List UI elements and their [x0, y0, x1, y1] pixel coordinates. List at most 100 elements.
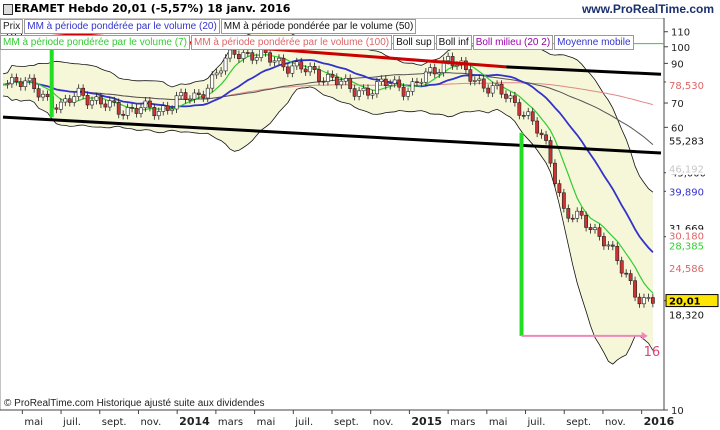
- candle: [490, 85, 495, 94]
- candle: [512, 95, 517, 103]
- candle: [294, 61, 299, 67]
- candle: [557, 183, 562, 194]
- price-label: 55,283: [669, 136, 704, 147]
- chart-frame: 1020304045,00060708090100110maijuil.sept…: [0, 0, 720, 430]
- candle: [268, 52, 272, 63]
- candle: [570, 217, 575, 220]
- candle: [125, 107, 130, 116]
- legend-item[interactable]: Boll inf: [435, 35, 472, 50]
- candle: [201, 94, 206, 99]
- candle: [192, 92, 197, 100]
- candle: [357, 90, 361, 97]
- candle: [401, 86, 406, 97]
- candle: [259, 48, 264, 58]
- candle: [437, 72, 442, 75]
- candle: [495, 83, 499, 86]
- candle: [650, 297, 655, 304]
- candle: [597, 227, 602, 237]
- candle: [196, 92, 201, 95]
- legend-item[interactable]: Moyenne mobile: [554, 35, 634, 50]
- candle: [370, 93, 375, 96]
- x-tick-label: 2016: [644, 415, 675, 428]
- candle: [526, 111, 531, 116]
- candle: [214, 72, 219, 76]
- candle: [637, 296, 642, 305]
- candle: [85, 95, 90, 106]
- candle: [366, 87, 370, 96]
- x-tick-label: 2014: [179, 415, 210, 428]
- candle: [361, 87, 366, 92]
- candle: [143, 100, 148, 109]
- candle: [210, 74, 215, 89]
- candle: [419, 81, 424, 84]
- legend-item[interactable]: MM à période pondérée par le volume (100…: [190, 35, 393, 50]
- candle: [352, 88, 357, 97]
- candle: [530, 111, 535, 122]
- x-tick-label: mars: [450, 417, 475, 428]
- x-tick-label: mai: [257, 417, 276, 428]
- candle: [152, 107, 157, 117]
- candle: [517, 102, 522, 116]
- candle: [499, 83, 504, 95]
- candle: [254, 57, 259, 61]
- x-tick-label: nov.: [605, 417, 626, 428]
- y-tick-label: 90: [671, 59, 684, 70]
- legend-item[interactable]: Prix: [0, 19, 24, 34]
- candle: [428, 67, 433, 73]
- price-label: 20,01: [669, 297, 701, 308]
- candle: [303, 68, 308, 73]
- candle: [112, 100, 117, 103]
- candle: [14, 77, 19, 82]
- candle: [241, 52, 246, 59]
- price-chart[interactable]: 1020304045,00060708090100110maijuil.sept…: [0, 0, 720, 430]
- candle: [406, 91, 410, 97]
- x-tick-label: juil.: [294, 417, 313, 428]
- candle: [383, 78, 388, 86]
- candle: [183, 92, 188, 100]
- price-label: 46,192: [669, 165, 704, 176]
- candle: [584, 214, 589, 228]
- candle: [593, 227, 597, 230]
- brand-label: www.ProRealTime.com: [581, 2, 714, 16]
- candle: [285, 66, 290, 74]
- x-tick-label: nov.: [373, 417, 394, 428]
- candle: [548, 140, 553, 164]
- legend-item[interactable]: Boll milieu (20 2): [472, 35, 554, 50]
- legend-item[interactable]: Boll sup: [393, 35, 435, 50]
- candle: [521, 115, 526, 117]
- legend-row-1: Prix MM à période pondérée par le volume …: [0, 19, 417, 34]
- candle: [566, 208, 571, 219]
- candle: [348, 77, 353, 89]
- candle: [339, 80, 344, 86]
- candle: [508, 95, 513, 99]
- legend-item[interactable]: MM à période pondérée par le volume (7): [0, 35, 190, 50]
- candle: [343, 77, 348, 82]
- candle: [588, 227, 593, 230]
- candle: [99, 96, 103, 105]
- candle: [107, 100, 112, 108]
- candle: [5, 83, 10, 86]
- chart-window-icon[interactable]: [3, 4, 13, 15]
- candle: [321, 80, 326, 83]
- candle: [130, 107, 134, 109]
- candle: [103, 103, 108, 108]
- legend-item[interactable]: MM à période pondérée par le volume (50): [220, 19, 417, 34]
- candle: [228, 49, 232, 59]
- candle: [72, 96, 77, 103]
- candle: [468, 69, 473, 82]
- candle: [312, 66, 317, 70]
- candle: [317, 69, 321, 82]
- candle: [455, 64, 459, 67]
- legend-item[interactable]: MM à période pondérée par le volume (20): [24, 19, 220, 34]
- footer-copyright: © ProRealTime.com Historique ajusté suit…: [4, 398, 265, 409]
- candle: [392, 79, 397, 84]
- candle: [615, 245, 620, 261]
- candle: [334, 76, 339, 86]
- x-tick-label: sept.: [566, 417, 591, 428]
- candle: [32, 77, 37, 89]
- candle: [232, 49, 237, 55]
- x-tick-label: mai: [24, 417, 43, 428]
- candle: [646, 297, 651, 299]
- candle: [223, 57, 228, 72]
- candle: [477, 78, 482, 81]
